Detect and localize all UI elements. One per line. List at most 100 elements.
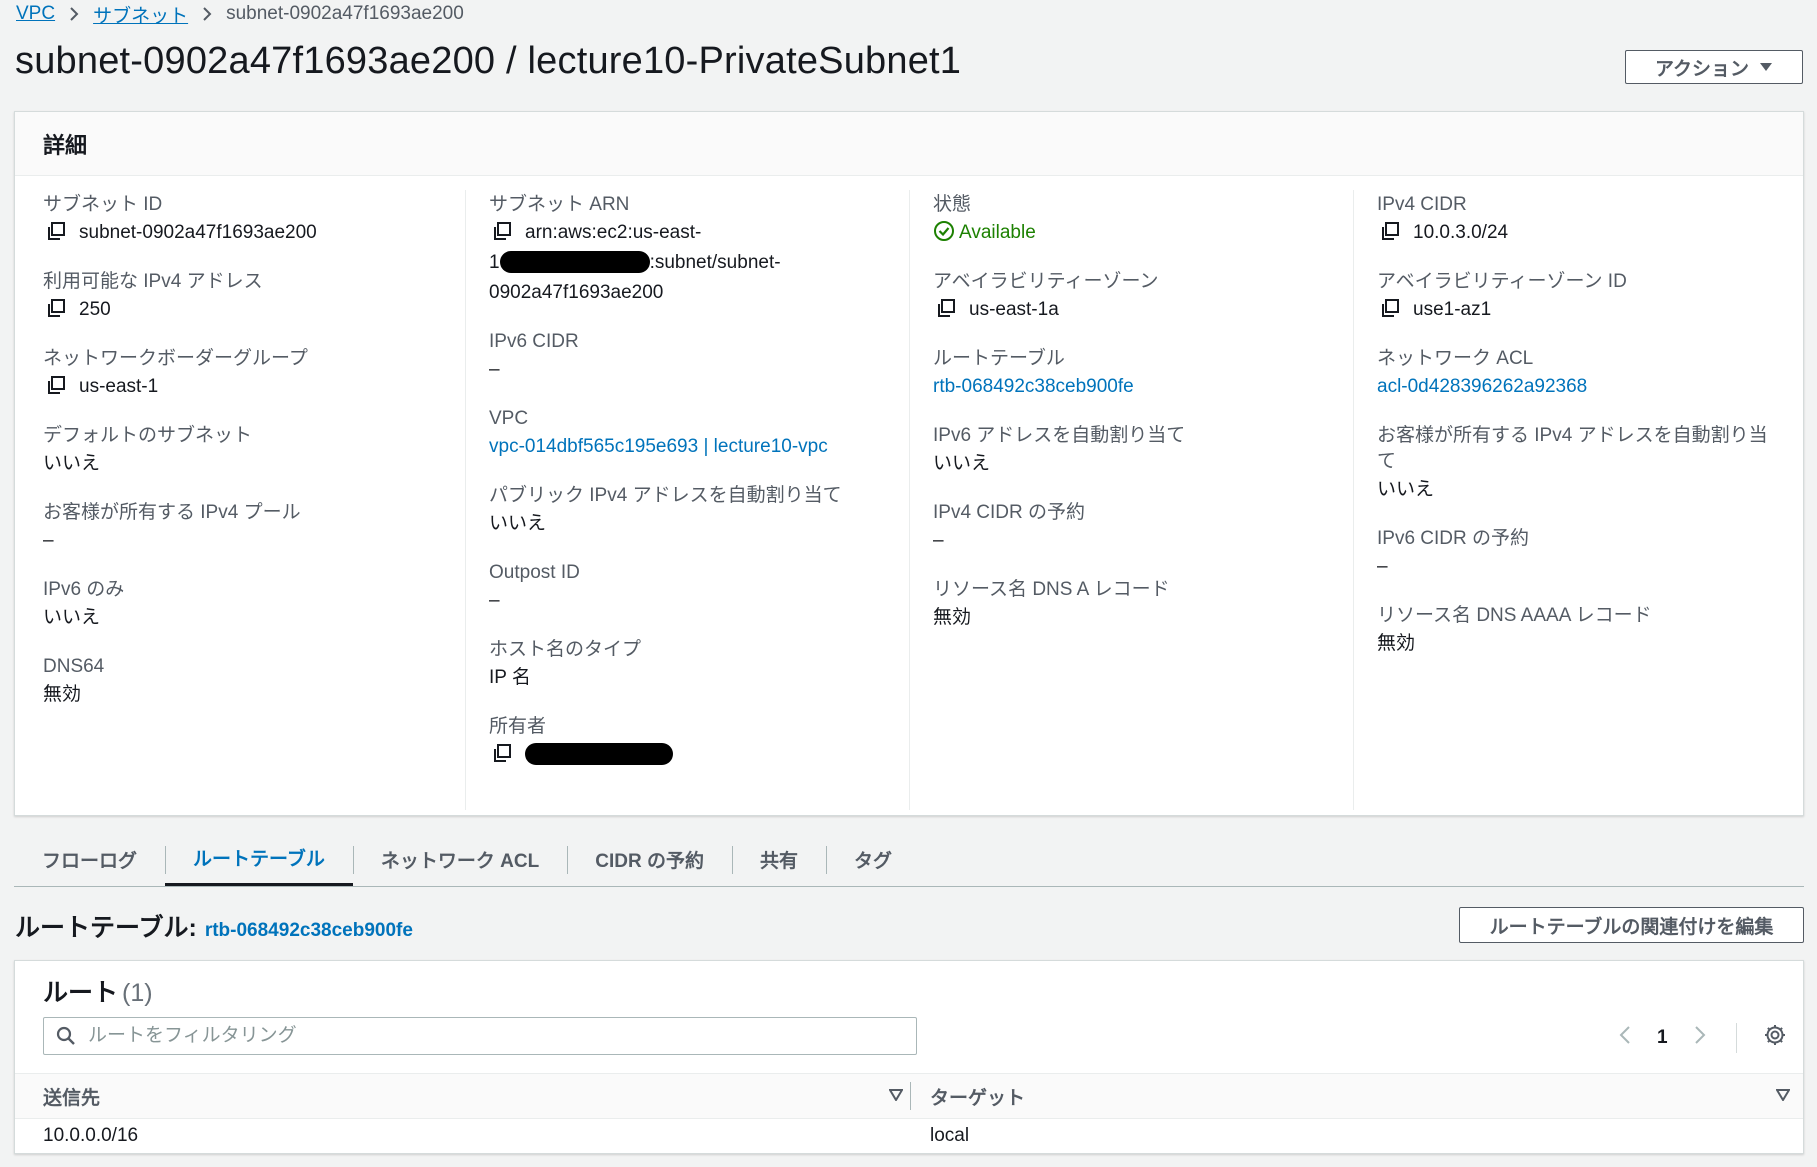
field-label: お客様が所有する IPv4 アドレスを自動割り当て xyxy=(1377,425,1768,472)
field-state: 状態 Available xyxy=(933,192,1353,248)
copy-icon[interactable] xyxy=(491,220,513,242)
subnet-arn-line-2-suffix: :subnet/subnet- xyxy=(649,252,781,273)
details-panel: 詳細 サブネット ID subnet-0902a47f1693ae200 利用可… xyxy=(14,111,1804,816)
field-label: パブリック IPv4 アドレスを自動割り当て xyxy=(489,485,842,506)
route-table-link[interactable]: rtb-068492c38ceb900fe xyxy=(933,376,1134,397)
breadcrumb-subnets-link[interactable]: サブネット xyxy=(93,1,188,28)
field-label: IPv6 CIDR の予約 xyxy=(1377,528,1530,549)
field-route-table: ルートテーブル rtb-068492c38ceb900fe xyxy=(933,346,1353,402)
actions-button[interactable]: アクション xyxy=(1625,50,1803,84)
details-column-4: IPv4 CIDR 10.0.3.0/24 アベイラビリティーゾーン ID us… xyxy=(1377,176,1797,812)
column-divider xyxy=(1353,190,1354,810)
field-label: サブネット ID xyxy=(43,194,163,215)
copy-icon[interactable] xyxy=(45,297,67,319)
customer-ipv4-pool-value: – xyxy=(43,530,54,551)
copy-icon[interactable] xyxy=(45,220,67,242)
routes-filter-input[interactable] xyxy=(86,1024,890,1048)
gear-icon[interactable] xyxy=(1763,1023,1787,1053)
column-divider xyxy=(909,190,910,810)
field-network-acl: ネットワーク ACL acl-0d428396262a92368 xyxy=(1377,346,1797,402)
column-header-label: 送信先 xyxy=(43,1087,101,1109)
tab-network-acl[interactable]: ネットワーク ACL xyxy=(352,832,567,886)
table-row: 10.0.0.0/16 local xyxy=(15,1118,1803,1154)
hostname-type-value: IP 名 xyxy=(489,667,531,688)
field-label: ネットワークボーダーグループ xyxy=(43,348,308,369)
ipv6-cidr-value: – xyxy=(489,359,500,380)
sort-icon[interactable] xyxy=(888,1085,904,1107)
route-table-heading-label: ルートテーブル: xyxy=(15,914,197,942)
edit-route-table-association-button[interactable]: ルートテーブルの関連付けを編集 xyxy=(1459,907,1804,943)
subnet-id-value: subnet-0902a47f1693ae200 xyxy=(79,222,317,243)
tab-cidr-reservations[interactable]: CIDR の予約 xyxy=(567,832,732,886)
tab-tags[interactable]: タグ xyxy=(825,832,920,886)
customer-ipv4-auto-value: いいえ xyxy=(1377,479,1435,500)
field-label: IPv4 CIDR の予約 xyxy=(933,502,1086,523)
field-vpc: VPC vpc-014dbf565c195e693 | lecture10-vp… xyxy=(489,406,909,462)
field-label: DNS64 xyxy=(43,656,105,677)
field-label: アベイラビリティーゾーン ID xyxy=(1377,271,1627,292)
state-value: Available xyxy=(959,222,1036,243)
ipv6-cidr-reservation-value: – xyxy=(1377,556,1388,577)
routes-filter xyxy=(43,1017,917,1055)
field-label: ホスト名のタイプ xyxy=(489,639,642,660)
field-customer-ipv4-auto: お客様が所有する IPv4 アドレスを自動割り当て いいえ xyxy=(1377,423,1797,505)
vpc-link[interactable]: vpc-014dbf565c195e693 | lecture10-vpc xyxy=(489,436,828,457)
copy-icon[interactable] xyxy=(935,297,957,319)
sort-icon[interactable] xyxy=(1775,1085,1791,1107)
copy-icon[interactable] xyxy=(1379,220,1401,242)
field-label: ネットワーク ACL xyxy=(1377,348,1534,369)
actions-button-label: アクション xyxy=(1654,58,1750,80)
subnet-arn-line-3: 0902a47f1693ae200 xyxy=(489,282,664,303)
field-label: アベイラビリティーゾーン xyxy=(933,271,1159,292)
column-header-destination[interactable]: 送信先 xyxy=(43,1074,904,1118)
field-label: お客様が所有する IPv4 プール xyxy=(43,502,301,523)
copy-icon[interactable] xyxy=(491,742,513,764)
field-subnet-id: サブネット ID subnet-0902a47f1693ae200 xyxy=(43,192,463,248)
field-ipv4-cidr: IPv4 CIDR 10.0.3.0/24 xyxy=(1377,192,1797,248)
tab-sharing[interactable]: 共有 xyxy=(731,832,826,886)
field-auto-public-ipv4: パブリック IPv4 アドレスを自動割り当て いいえ xyxy=(489,483,909,539)
copy-icon[interactable] xyxy=(1379,297,1401,319)
field-label: Outpost ID xyxy=(489,562,580,583)
chevron-left-icon[interactable] xyxy=(1619,1025,1631,1051)
field-subnet-arn: サブネット ARN arn:aws:ec2:us-east- 1:subnet/… xyxy=(489,192,909,308)
field-label: IPv4 CIDR xyxy=(1377,194,1467,215)
details-column-2: サブネット ARN arn:aws:ec2:us-east- 1:subnet/… xyxy=(489,176,909,812)
caret-down-icon xyxy=(1759,56,1773,78)
network-acl-link[interactable]: acl-0d428396262a92368 xyxy=(1377,376,1587,397)
column-divider xyxy=(910,1082,911,1110)
default-subnet-value: いいえ xyxy=(43,453,101,474)
field-availability-zone-id: アベイラビリティーゾーン ID use1-az1 xyxy=(1377,269,1797,325)
field-dns-a-record: リソース名 DNS A レコード 無効 xyxy=(933,577,1353,633)
network-border-group-value: us-east-1 xyxy=(79,376,159,397)
field-label: ルートテーブル xyxy=(933,348,1065,369)
column-header-target[interactable]: ターゲット xyxy=(930,1074,1791,1118)
subnet-arn-line-2-prefix: 1 xyxy=(489,252,500,273)
details-column-3: 状態 Available アベイラビリティーゾーン us-east-1a ルート… xyxy=(933,176,1353,812)
route-table-heading-link[interactable]: rtb-068492c38ceb900fe xyxy=(205,920,413,941)
field-ipv6-cidr: IPv6 CIDR – xyxy=(489,329,909,385)
chevron-right-icon[interactable] xyxy=(1694,1025,1706,1051)
dns-aaaa-record-value: 無効 xyxy=(1377,633,1416,654)
field-label: リソース名 DNS A レコード xyxy=(933,579,1170,600)
field-label: リソース名 DNS AAAA レコード xyxy=(1377,605,1652,626)
page-number[interactable]: 1 xyxy=(1657,1027,1668,1049)
subnet-arn-line-1: arn:aws:ec2:us-east- xyxy=(525,222,702,243)
routes-header: ルート (1) xyxy=(43,973,153,1009)
divider xyxy=(1735,1023,1737,1053)
breadcrumb-current: subnet-0902a47f1693ae200 xyxy=(226,3,464,24)
route-destination-cell: 10.0.0.0/16 xyxy=(43,1125,139,1146)
tab-flow-logs[interactable]: フローログ xyxy=(14,832,165,886)
field-label: 所有者 xyxy=(489,716,547,737)
field-label: 状態 xyxy=(933,194,972,215)
tab-route-table[interactable]: ルートテーブル xyxy=(165,832,353,886)
routes-table-header: 送信先 ターゲット xyxy=(15,1073,1803,1119)
copy-icon[interactable] xyxy=(45,374,67,396)
routes-panel: ルート(1) 1 送信先 ターゲット 10.0.0.0/16 local xyxy=(14,960,1804,1154)
dns64-value: 無効 xyxy=(43,684,82,705)
ipv4-cidr-value: 10.0.3.0/24 xyxy=(1413,222,1509,243)
page-title: subnet-0902a47f1693ae200 / lecture10-Pri… xyxy=(15,40,962,82)
field-hostname-type: ホスト名のタイプ IP 名 xyxy=(489,637,909,693)
breadcrumb-vpc-link[interactable]: VPC xyxy=(16,3,55,25)
field-default-subnet: デフォルトのサブネット いいえ xyxy=(43,423,463,479)
